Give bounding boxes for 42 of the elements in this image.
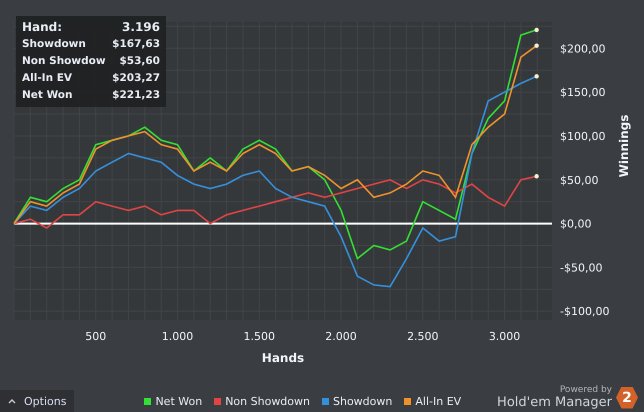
- y-tick-label: -$100,00: [560, 305, 610, 318]
- y-axis-title: Winnings: [617, 114, 631, 178]
- x-tick-label: 3.000: [488, 330, 520, 343]
- legend-swatch: [404, 398, 412, 405]
- tooltip-label: All-In EV: [22, 71, 72, 86]
- powered-by-text: Powered by: [560, 385, 612, 395]
- options-button[interactable]: Options: [0, 390, 74, 412]
- legend-label[interactable]: All-In EV: [415, 395, 462, 408]
- legend-label[interactable]: Non Showdown: [225, 395, 310, 408]
- tooltip-value: $203,27: [112, 71, 160, 86]
- caret-icon: [8, 398, 16, 404]
- x-tick-label: 500: [85, 330, 106, 343]
- y-tick-label: $100,00: [560, 130, 606, 143]
- x-tick-label: 1.500: [244, 330, 276, 343]
- tooltip-value: $221,23: [112, 88, 160, 103]
- tooltip-label: Showdown: [22, 37, 86, 52]
- legend-swatch: [322, 398, 329, 405]
- y-tick-label: $0,00: [560, 218, 592, 231]
- tooltip-label: Non Showdow: [22, 54, 106, 69]
- endpoint-dot: [534, 174, 539, 178]
- x-tick-label: 1.000: [162, 330, 194, 343]
- tooltip-value: 3.196: [122, 19, 160, 36]
- y-tick-label: $150,00: [560, 86, 606, 100]
- x-axis-title: Hands: [262, 351, 304, 365]
- product-name: Hold'em Manager: [497, 395, 612, 410]
- legend-swatch: [214, 398, 222, 405]
- tooltip-value: $167,63: [112, 37, 160, 52]
- legend-swatch: [144, 398, 152, 405]
- x-tick-label: 2.500: [407, 330, 439, 343]
- y-tick-label: $200,00: [560, 42, 606, 56]
- tooltip-label: Net Won: [22, 88, 72, 103]
- legend-label[interactable]: Net Won: [155, 395, 202, 408]
- logo-badge: 2: [616, 386, 638, 408]
- y-tick-label: $50,00: [560, 174, 598, 187]
- endpoint-dot: [534, 28, 539, 32]
- endpoint-dot: [534, 74, 539, 79]
- endpoint-dot: [534, 43, 539, 48]
- tooltip-value: $53,60: [119, 54, 160, 69]
- y-tick-label: -$50,00: [560, 261, 602, 274]
- legend-label[interactable]: Showdown: [333, 395, 392, 408]
- tooltip-label: Hand:: [22, 19, 62, 36]
- x-tick-label: 2.000: [325, 330, 357, 343]
